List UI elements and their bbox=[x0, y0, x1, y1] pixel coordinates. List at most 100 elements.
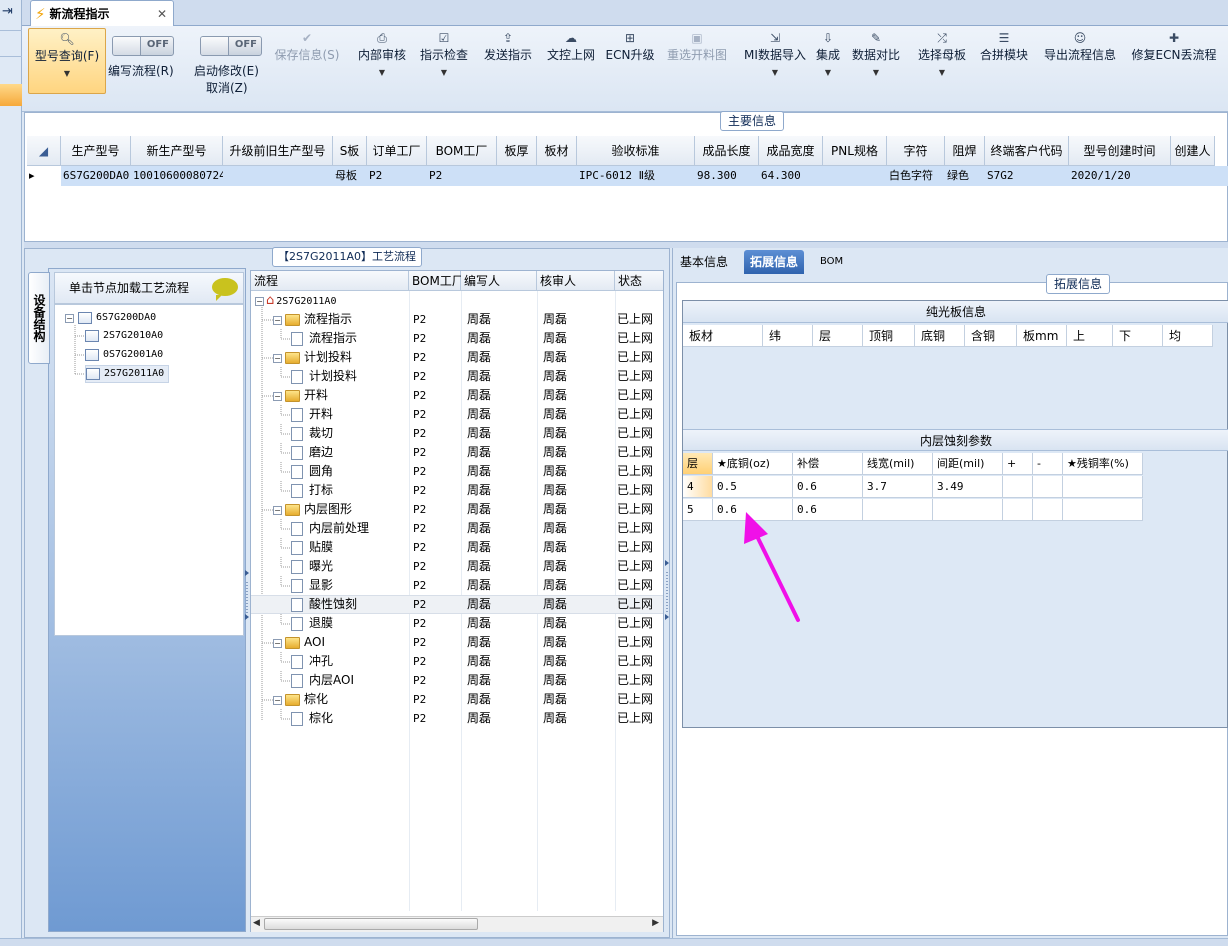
tree-node[interactable]: 2S7G2011A0 bbox=[85, 365, 170, 383]
model-query-button[interactable]: 🔍︎ 型号查询(F) ▼ bbox=[28, 28, 106, 94]
collapse-icon[interactable]: − bbox=[273, 354, 282, 363]
main-cell[interactable] bbox=[537, 166, 577, 186]
send-instruction-button[interactable]: ⇪ 发送指示 bbox=[478, 28, 538, 98]
chevron-down-icon[interactable]: ▼ bbox=[912, 68, 972, 77]
main-cell[interactable]: P2 bbox=[427, 166, 497, 186]
main-col-header[interactable]: 升级前旧生产型号 bbox=[223, 136, 333, 166]
inner-etch-cell[interactable] bbox=[1033, 476, 1063, 498]
light-board-col-header[interactable]: 纬 bbox=[763, 325, 813, 347]
process-step[interactable]: 计划投料 bbox=[291, 367, 357, 386]
splitter-grip[interactable] bbox=[664, 560, 670, 620]
tree-node[interactable]: 2S7G2010A0 bbox=[85, 327, 163, 345]
collapse-icon[interactable]: − bbox=[273, 696, 282, 705]
process-step[interactable]: 流程指示 bbox=[291, 329, 357, 348]
inner-etch-col-header[interactable]: 线宽(mil) bbox=[863, 453, 933, 475]
main-col-header[interactable]: 板材 bbox=[537, 136, 577, 166]
main-col-header[interactable]: 终端客户代码 bbox=[985, 136, 1069, 166]
scroll-left-icon[interactable]: ◀ bbox=[253, 918, 260, 928]
process-step[interactable]: − AOI bbox=[273, 633, 325, 652]
process-col-header[interactable]: 核审人 bbox=[537, 271, 615, 291]
process-step[interactable]: 开料 bbox=[291, 405, 333, 424]
main-cell[interactable]: 白色字符 bbox=[887, 166, 945, 186]
inner-etch-col-header[interactable]: ★残铜率(%) bbox=[1063, 453, 1143, 475]
inner-etch-col-header[interactable]: 间距(mil) bbox=[933, 453, 1003, 475]
light-board-col-header[interactable]: 底铜 bbox=[915, 325, 965, 347]
process-step[interactable]: 打标 bbox=[291, 481, 333, 500]
startup-edit-label[interactable]: 启动修改(E) bbox=[194, 62, 259, 79]
main-cell[interactable]: 98.300 bbox=[695, 166, 759, 186]
main-col-header[interactable]: S板 bbox=[333, 136, 367, 166]
cancel-button[interactable]: 取消(Z) bbox=[206, 79, 248, 96]
internal-review-button[interactable]: ⎙ 内部审核 ▼ bbox=[352, 28, 412, 98]
process-col-header[interactable]: 状态 bbox=[615, 271, 663, 291]
data-compare-button[interactable]: ✎ 数据对比 ▼ bbox=[846, 28, 906, 98]
process-step[interactable]: − 计划投料 bbox=[273, 348, 352, 367]
light-board-col-header[interactable]: 板材 bbox=[683, 325, 763, 347]
main-cell[interactable] bbox=[223, 166, 333, 186]
tab-extended-info[interactable]: 拓展信息 bbox=[744, 250, 805, 274]
process-step[interactable]: − 流程指示 bbox=[273, 310, 352, 329]
inner-etch-cell[interactable] bbox=[1003, 499, 1033, 521]
side-tab-structure[interactable]: 设备结构 bbox=[28, 272, 50, 364]
document-tab[interactable]: ⚡ 新流程指示 ✕ bbox=[30, 0, 174, 26]
process-step[interactable]: − 开料 bbox=[273, 386, 328, 405]
collapse-icon[interactable]: − bbox=[273, 316, 282, 325]
inner-etch-cell[interactable] bbox=[1063, 499, 1143, 521]
inner-etch-cell[interactable]: 5 bbox=[683, 499, 713, 521]
ecn-upgrade-button[interactable]: ⊞ ECN升级 bbox=[604, 28, 656, 98]
chevron-down-icon[interactable]: ▼ bbox=[808, 68, 848, 77]
main-cell[interactable]: S7G2 bbox=[985, 166, 1069, 186]
process-step[interactable]: 显影 bbox=[291, 576, 333, 595]
light-board-col-header[interactable]: 上 bbox=[1067, 325, 1113, 347]
instruction-check-button[interactable]: ☑ 指示检查 ▼ bbox=[414, 28, 474, 98]
process-step[interactable]: 退膜 bbox=[291, 614, 333, 633]
main-col-header[interactable]: 字符 bbox=[887, 136, 945, 166]
main-cell[interactable] bbox=[823, 166, 887, 186]
startup-edit-toggle[interactable]: OFF bbox=[200, 36, 262, 56]
chevron-down-icon[interactable]: ▼ bbox=[352, 68, 412, 77]
scrollbar-thumb[interactable] bbox=[264, 918, 478, 930]
inner-etch-cell[interactable] bbox=[863, 499, 933, 521]
main-cell[interactable]: 2020/1/20 bbox=[1069, 166, 1171, 186]
main-cell[interactable]: IPC-6012 Ⅱ级 bbox=[577, 166, 695, 186]
main-col-header[interactable]: 新生产型号 bbox=[131, 136, 223, 166]
main-col-header[interactable]: BOM工厂 bbox=[427, 136, 497, 166]
main-col-header[interactable]: 创建人 bbox=[1171, 136, 1215, 166]
main-cell[interactable]: 64.300 bbox=[759, 166, 823, 186]
process-step[interactable]: 内层AOI bbox=[291, 671, 354, 690]
inner-etch-cell[interactable]: 0.6 bbox=[793, 476, 863, 498]
inner-etch-cell[interactable]: 0.5 bbox=[713, 476, 793, 498]
edit-flow-label[interactable]: 编写流程(R) bbox=[108, 62, 174, 79]
main-cell[interactable] bbox=[497, 166, 537, 186]
doc-online-button[interactable]: ☁ 文控上网 bbox=[542, 28, 600, 98]
light-board-col-header[interactable]: 层 bbox=[813, 325, 863, 347]
process-step[interactable]: 棕化 bbox=[291, 709, 333, 728]
collapse-icon[interactable]: − bbox=[273, 392, 282, 401]
collapse-icon[interactable]: − bbox=[273, 639, 282, 648]
chevron-down-icon[interactable]: ▼ bbox=[736, 68, 814, 77]
main-col-header[interactable]: 生产型号 bbox=[61, 136, 131, 166]
process-step[interactable]: 贴膜 bbox=[291, 538, 333, 557]
scroll-right-icon[interactable]: ▶ bbox=[652, 918, 659, 928]
tree-node[interactable]: 0S7G2001A0 bbox=[85, 346, 163, 364]
process-step[interactable]: 曝光 bbox=[291, 557, 333, 576]
inner-etch-col-header[interactable]: + bbox=[1003, 453, 1033, 475]
light-board-col-header[interactable]: 下 bbox=[1113, 325, 1163, 347]
process-step[interactable]: − 内层图形 bbox=[273, 500, 352, 519]
inner-etch-col-header[interactable]: - bbox=[1033, 453, 1063, 475]
light-board-col-header[interactable]: 均 bbox=[1163, 325, 1213, 347]
main-cell[interactable]: 10010600080724 bbox=[131, 166, 223, 186]
inner-etch-cell[interactable]: 3.7 bbox=[863, 476, 933, 498]
merge-module-button[interactable]: ☰ 合拼模块 bbox=[974, 28, 1034, 98]
light-board-col-header[interactable]: 含铜 bbox=[965, 325, 1017, 347]
inner-etch-col-header[interactable]: 补偿 bbox=[793, 453, 863, 475]
main-cell[interactable]: 6S7G200DA0 bbox=[61, 166, 131, 186]
inner-etch-cell[interactable] bbox=[1003, 476, 1033, 498]
login-icon[interactable]: ⇥ bbox=[2, 4, 13, 19]
main-cell[interactable]: P2 bbox=[367, 166, 427, 186]
mi-data-import-button[interactable]: ⇲ MI数据导入 ▼ bbox=[736, 28, 814, 98]
tab-bom[interactable]: BOM bbox=[814, 250, 849, 274]
inner-etch-col-header[interactable]: 层 bbox=[683, 453, 713, 475]
process-step[interactable]: 内层前处理 bbox=[291, 519, 369, 538]
repair-ecn-flow-button[interactable]: ✚ 修复ECN丢流程 bbox=[1126, 28, 1222, 98]
